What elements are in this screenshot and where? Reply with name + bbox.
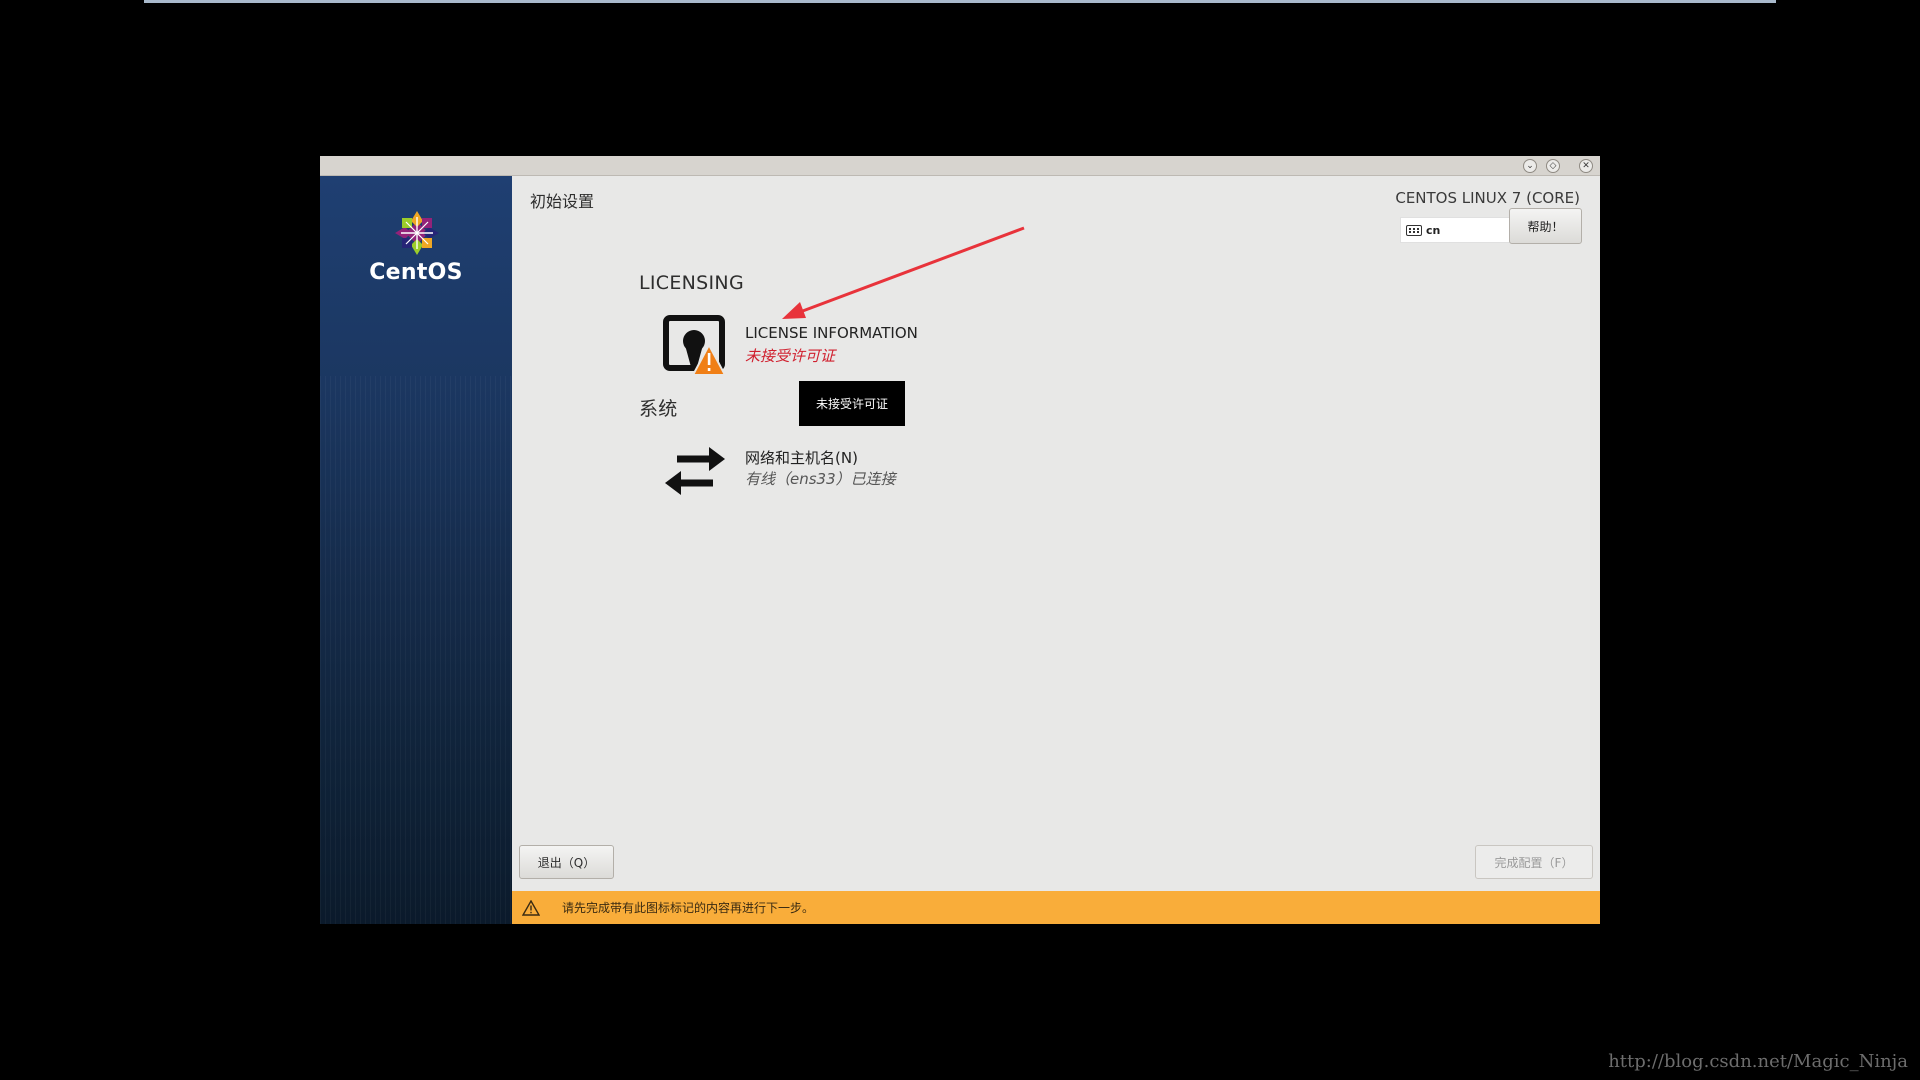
brand-name: CentOS (369, 260, 463, 285)
window-titlebar: ⌄ ◇ ✕ (320, 156, 1600, 176)
finish-configuration-button[interactable]: 完成配置（F） (1475, 845, 1593, 879)
host-top-strip (144, 0, 1776, 3)
help-button[interactable]: 帮助！ (1509, 208, 1582, 244)
watermark: http://blog.csdn.net/Magic_Ninja (1608, 1051, 1908, 1072)
keyboard-icon (1406, 224, 1422, 236)
spoke-status-network: 有线（ens33）已连接 (745, 470, 896, 488)
sidebar: CentOS (320, 176, 512, 924)
warning-text: 请先完成带有此图标标记的内容再进行下一步。 (562, 901, 815, 915)
spoke-status-license: 未接受许可证 (745, 347, 836, 365)
tooltip: 未接受许可证 (799, 381, 905, 426)
keyboard-layout-indicator[interactable]: cn (1400, 217, 1510, 243)
spoke-name-network[interactable]: 网络和主机名(N) (745, 447, 858, 468)
license-warning-icon[interactable] (663, 315, 727, 379)
maximize-button[interactable]: ◇ (1546, 159, 1560, 173)
installer-window: ⌄ ◇ ✕ CentOS 初始设置 CENTOS LINUX 7 (CORE) … (320, 156, 1600, 924)
warning-bar: 请先完成带有此图标标记的内容再进行下一步。 (512, 891, 1600, 924)
close-button[interactable]: ✕ (1579, 159, 1593, 173)
centos-logo-icon (395, 211, 439, 255)
network-arrows-icon[interactable] (663, 439, 727, 503)
category-title-system: 系统 (639, 398, 678, 420)
keyboard-layout-label: cn (1426, 223, 1441, 237)
category-title-licensing: LICENSING (639, 272, 744, 294)
product-title: CENTOS LINUX 7 (CORE) (1395, 189, 1580, 207)
page-title: 初始设置 (530, 192, 595, 211)
spoke-name-license[interactable]: LICENSE INFORMATION (745, 324, 918, 342)
quit-button[interactable]: 退出（Q） (519, 845, 614, 879)
warning-icon (522, 899, 540, 916)
minimize-button[interactable]: ⌄ (1523, 159, 1537, 173)
